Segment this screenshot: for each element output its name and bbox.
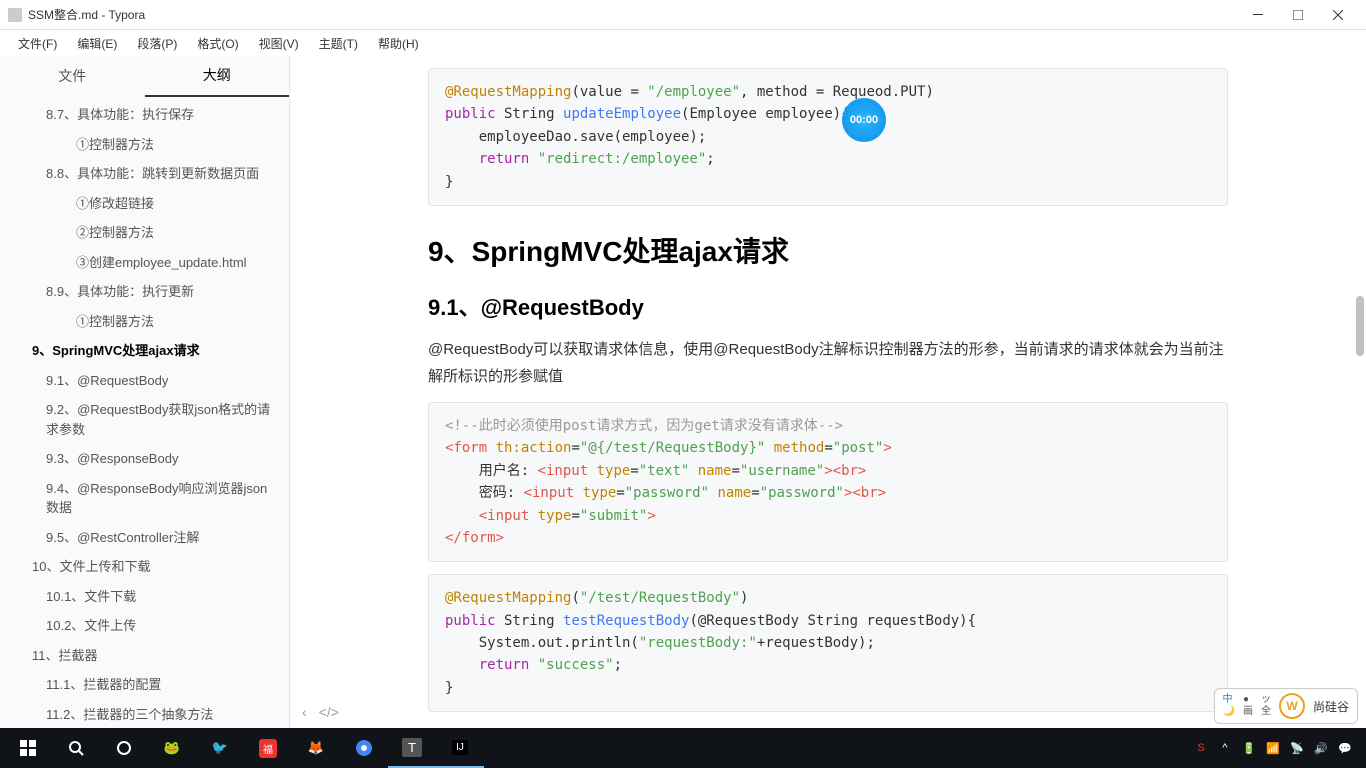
code-block-3[interactable]: @RequestMapping("/test/RequestBody") pub… bbox=[428, 574, 1228, 712]
outline-item[interactable]: 11、拦截器 bbox=[0, 641, 289, 671]
menu-paragraph[interactable]: 段落(P) bbox=[127, 31, 187, 56]
content-area[interactable]: @RequestMapping(value = "/employee", met… bbox=[290, 56, 1366, 728]
menu-help[interactable]: 帮助(H) bbox=[368, 31, 429, 56]
outline-item[interactable]: 10.1、文件下载 bbox=[0, 582, 289, 612]
bottom-tools: ‹ </> bbox=[302, 704, 339, 720]
tray-notification-icon[interactable]: 💬 bbox=[1336, 739, 1354, 757]
outline-item[interactable]: 8.7、具体功能：执行保存 bbox=[0, 100, 289, 130]
taskbar-chrome[interactable] bbox=[340, 728, 388, 768]
code-block-2[interactable]: <!--此时必须使用post请求方式，因为get请求没有请求体--> <form… bbox=[428, 402, 1228, 562]
taskbar-app-2[interactable]: 🐦 bbox=[196, 728, 244, 768]
menu-format[interactable]: 格式(O) bbox=[187, 31, 248, 56]
outline-item[interactable]: 10.2、文件上传 bbox=[0, 611, 289, 641]
sidebar: 文件 大纲 8.7、具体功能：执行保存①控制器方法8.8、具体功能：跳转到更新数… bbox=[0, 56, 290, 728]
outline-item[interactable]: 11.2、拦截器的三个抽象方法 bbox=[0, 700, 289, 729]
tab-file[interactable]: 文件 bbox=[0, 56, 145, 96]
outline-item[interactable]: ②控制器方法 bbox=[0, 218, 289, 248]
maximize-button[interactable] bbox=[1278, 1, 1318, 29]
tray-sogou-icon[interactable]: S bbox=[1192, 739, 1210, 757]
minimize-button[interactable] bbox=[1238, 1, 1278, 29]
ime-logo-icon: W bbox=[1279, 693, 1305, 719]
outline-list[interactable]: 8.7、具体功能：执行保存①控制器方法8.8、具体功能：跳转到更新数据页面①修改… bbox=[0, 96, 289, 728]
taskbar-typora[interactable]: T bbox=[388, 728, 436, 768]
taskbar-intellij[interactable]: IJ bbox=[436, 728, 484, 768]
outline-item[interactable]: 8.8、具体功能：跳转到更新数据页面 bbox=[0, 159, 289, 189]
ime-brand: 尚硅谷 bbox=[1313, 698, 1349, 715]
heading-1[interactable]: 9、SpringMVC处理ajax请求 bbox=[428, 230, 1228, 270]
outline-item[interactable]: ①修改超链接 bbox=[0, 189, 289, 219]
start-button[interactable] bbox=[4, 728, 52, 768]
outline-item[interactable]: ①控制器方法 bbox=[0, 130, 289, 160]
outline-item[interactable]: 9.5、@RestController注解 bbox=[0, 523, 289, 553]
code-block-1[interactable]: @RequestMapping(value = "/employee", met… bbox=[428, 68, 1228, 206]
taskbar-firefox[interactable]: 🦊 bbox=[292, 728, 340, 768]
back-icon[interactable]: ‹ bbox=[302, 704, 307, 720]
menu-theme[interactable]: 主题(T) bbox=[309, 31, 368, 56]
outline-item[interactable]: 9、SpringMVC处理ajax请求 bbox=[0, 336, 289, 366]
taskbar-app-1[interactable]: 🐸 bbox=[148, 728, 196, 768]
taskbar: 🐸 🐦 福 🦊 T IJ S ^ 🔋 📶 📡 🔊 💬 bbox=[0, 728, 1366, 768]
outline-item[interactable]: 9.4、@ResponseBody响应浏览器json数据 bbox=[0, 474, 289, 523]
ime-bar[interactable]: 中🌙 ●画 ッ全 W 尚硅谷 bbox=[1214, 688, 1358, 724]
outline-item[interactable]: 11.1、拦截器的配置 bbox=[0, 670, 289, 700]
close-button[interactable] bbox=[1318, 1, 1358, 29]
heading-2[interactable]: 9.1、@RequestBody bbox=[428, 290, 1228, 322]
outline-item[interactable]: 10、文件上传和下载 bbox=[0, 552, 289, 582]
outline-item[interactable]: ①控制器方法 bbox=[0, 307, 289, 337]
tab-outline[interactable]: 大纲 bbox=[145, 55, 290, 97]
outline-item[interactable]: 8.9、具体功能：执行更新 bbox=[0, 277, 289, 307]
outline-item[interactable]: 9.3、@ResponseBody bbox=[0, 444, 289, 474]
outline-item[interactable]: ③创建employee_update.html bbox=[0, 248, 289, 278]
tray-wifi-icon[interactable]: 📡 bbox=[1288, 739, 1306, 757]
window-title: SSM整合.md - Typora bbox=[28, 6, 1238, 23]
tray-volume-icon[interactable]: 🔊 bbox=[1312, 739, 1330, 757]
title-bar: SSM整合.md - Typora bbox=[0, 0, 1366, 30]
taskbar-app-3[interactable]: 福 bbox=[244, 728, 292, 768]
scrollbar-thumb[interactable] bbox=[1356, 296, 1364, 356]
paragraph-1[interactable]: @RequestBody可以获取请求体信息，使用@RequestBody注解标识… bbox=[428, 336, 1228, 390]
outline-item[interactable]: 9.2、@RequestBody获取json格式的请求参数 bbox=[0, 395, 289, 444]
sidebar-tabs: 文件 大纲 bbox=[0, 56, 289, 96]
code-toggle-icon[interactable]: </> bbox=[319, 704, 339, 720]
menu-file[interactable]: 文件(F) bbox=[8, 31, 67, 56]
system-tray: S ^ 🔋 📶 📡 🔊 💬 bbox=[1192, 739, 1362, 757]
menu-edit[interactable]: 编辑(E) bbox=[67, 31, 127, 56]
tray-battery-icon[interactable]: 🔋 bbox=[1240, 739, 1258, 757]
cortana-icon[interactable] bbox=[100, 728, 148, 768]
tray-network-icon[interactable]: 📶 bbox=[1264, 739, 1282, 757]
app-icon bbox=[8, 8, 22, 22]
menu-view[interactable]: 视图(V) bbox=[249, 31, 309, 56]
outline-item[interactable]: 9.1、@RequestBody bbox=[0, 366, 289, 396]
timer-badge[interactable]: 00:00 bbox=[842, 98, 886, 142]
menu-bar: 文件(F) 编辑(E) 段落(P) 格式(O) 视图(V) 主题(T) 帮助(H… bbox=[0, 30, 1366, 56]
search-icon[interactable] bbox=[52, 728, 100, 768]
tray-up-icon[interactable]: ^ bbox=[1216, 739, 1234, 757]
